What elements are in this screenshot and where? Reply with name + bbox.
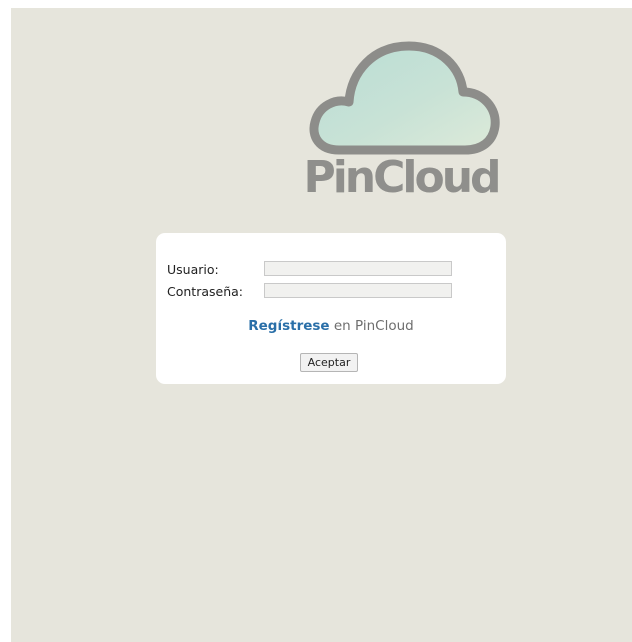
- password-label: Contraseña:: [167, 284, 243, 299]
- register-suffix-text: en PinCloud: [333, 318, 414, 334]
- username-label: Usuario:: [167, 262, 219, 277]
- brand-wordmark: PinCloud: [303, 152, 501, 203]
- register-line: Regístrese en PinCloud: [156, 318, 506, 334]
- username-input[interactable]: [264, 261, 452, 276]
- submit-button[interactable]: Aceptar: [300, 353, 358, 372]
- page-background: PinCloud Usuario: Contraseña: Regístrese…: [11, 8, 632, 642]
- password-input[interactable]: [264, 283, 452, 298]
- cloud-icon: [309, 41, 500, 155]
- register-link[interactable]: Regístrese: [248, 318, 329, 334]
- login-panel: Usuario: Contraseña: Regístrese en PinCl…: [156, 233, 506, 384]
- pincloud-logo: PinCloud: [301, 38, 502, 218]
